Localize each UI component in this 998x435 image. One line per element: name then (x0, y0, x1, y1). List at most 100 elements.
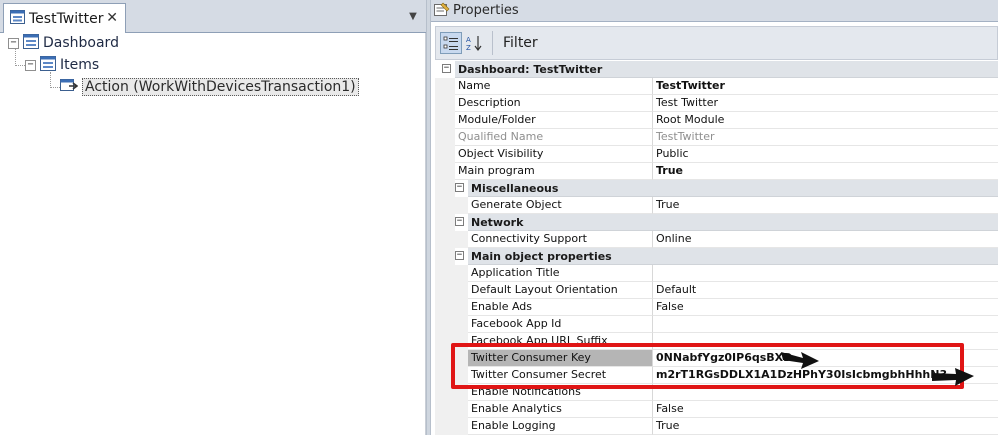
property-name: Facebook App Id (468, 316, 653, 333)
property-category[interactable]: Dashboard: TestTwitter − (435, 61, 998, 78)
property-row[interactable]: Facebook App URL Suffix (435, 333, 998, 350)
property-row[interactable]: Module/Folder Root Module (435, 112, 998, 129)
properties-toolbar: A Z Filter (435, 26, 998, 60)
property-value[interactable]: Test Twitter (653, 95, 998, 112)
collapse-icon[interactable]: − (455, 251, 464, 260)
property-category[interactable]: Miscellaneous − (435, 180, 998, 197)
collapse-icon[interactable]: − (442, 64, 451, 73)
property-row[interactable]: Main program True (435, 163, 998, 180)
grid-margin (435, 316, 468, 333)
grid-margin (435, 112, 455, 129)
property-category[interactable]: Network − (435, 214, 998, 231)
tree-label-action: Action (WorkWithDevicesTransaction1) (82, 78, 359, 96)
items-folder-icon (40, 55, 56, 75)
property-value[interactable]: Online (653, 231, 998, 248)
grid-margin (435, 214, 455, 231)
property-row[interactable]: Enable Analytics False (435, 401, 998, 418)
collapse-icon[interactable]: − (25, 59, 36, 71)
tree-node-action[interactable]: Action (WorkWithDevicesTransaction1) (60, 77, 359, 97)
property-row[interactable]: Connectivity Support Online (435, 231, 998, 248)
property-category-label: Network (471, 215, 524, 229)
property-row[interactable]: Qualified Name TestTwitter (435, 129, 998, 146)
property-name: Connectivity Support (468, 231, 653, 248)
chevron-down-icon[interactable]: ▼ (406, 10, 420, 24)
collapse-icon[interactable]: − (455, 217, 464, 226)
property-category[interactable]: Main object properties − (435, 248, 998, 265)
property-row[interactable]: Default Layout Orientation Default (435, 282, 998, 299)
property-name: Main program (455, 163, 653, 180)
document-tab-testtwitter[interactable]: TestTwitter ✕ (3, 3, 126, 33)
property-row[interactable]: Twitter Consumer Secret m2rT1RGsDDLX1A1Dz… (435, 367, 998, 384)
properties-icon (434, 2, 450, 20)
property-name: Description (455, 95, 653, 112)
grid-margin (435, 282, 468, 299)
grid-margin (435, 95, 455, 112)
grid-margin (435, 265, 468, 282)
property-row[interactable]: Application Title (435, 265, 998, 282)
collapse-icon[interactable]: − (8, 37, 19, 49)
grid-margin (435, 384, 468, 401)
property-value[interactable]: False (653, 401, 998, 418)
property-name: Enable Notifications (468, 384, 653, 401)
action-icon (60, 77, 79, 97)
tree-node-items[interactable]: − Items (25, 55, 99, 75)
alphabetical-view-button[interactable]: A Z (464, 32, 486, 54)
grid-margin (435, 299, 468, 316)
arrow-pointer-icon (781, 352, 819, 369)
document-tab-strip: TestTwitter ✕ ▼ (0, 0, 426, 33)
grid-margin (435, 146, 455, 163)
filter-button[interactable]: Filter (499, 35, 542, 51)
property-value[interactable] (653, 265, 998, 282)
property-name: Twitter Consumer Secret (468, 367, 653, 384)
dashboard-icon (23, 33, 39, 53)
property-name: Twitter Consumer Key (468, 350, 653, 367)
property-value[interactable]: True (653, 197, 998, 214)
property-category-label: Miscellaneous (471, 181, 559, 195)
property-value[interactable]: Root Module (653, 112, 998, 129)
arrow-pointer-icon (932, 368, 974, 386)
grid-margin (435, 333, 468, 350)
dashboard-icon (10, 9, 25, 28)
property-value[interactable] (653, 316, 998, 333)
categorized-view-button[interactable] (440, 32, 462, 54)
properties-pane: Properties A Z Filter Dashboard: TestTwi… (431, 0, 998, 435)
property-name: Enable Ads (468, 299, 653, 316)
property-name: Enable Analytics (468, 401, 653, 418)
property-row[interactable]: Twitter Consumer Key 0NNabfYgz0IP6qsBXD (435, 350, 998, 367)
grid-margin (435, 163, 455, 180)
property-value[interactable]: Default (653, 282, 998, 299)
property-name: Enable Logging (468, 418, 653, 435)
grid-margin (435, 180, 455, 197)
property-name: Object Visibility (455, 146, 653, 163)
property-value[interactable]: True (653, 418, 998, 435)
property-row[interactable]: Name TestTwitter (435, 78, 998, 95)
tree-label-items: Items (60, 57, 100, 73)
property-value[interactable]: TestTwitter (653, 129, 998, 146)
property-value[interactable]: TestTwitter (653, 78, 998, 95)
property-category-label: Main object properties (471, 249, 612, 263)
grid-margin (435, 350, 468, 367)
property-name: Name (455, 78, 653, 95)
property-value[interactable]: False (653, 299, 998, 316)
property-name: Module/Folder (455, 112, 653, 129)
property-name: Qualified Name (455, 129, 653, 146)
tree-node-dashboard[interactable]: − Dashboard (8, 33, 119, 53)
collapse-icon[interactable]: − (455, 183, 464, 192)
property-row[interactable]: Enable Notifications (435, 384, 998, 401)
properties-title: Properties (453, 3, 519, 18)
property-row[interactable]: Enable Ads False (435, 299, 998, 316)
svg-text:A: A (466, 36, 471, 44)
grid-margin (435, 367, 468, 384)
property-value[interactable]: True (653, 163, 998, 180)
property-value[interactable]: Public (653, 146, 998, 163)
property-row[interactable]: Object Visibility Public (435, 146, 998, 163)
property-name: Application Title (468, 265, 653, 282)
property-value[interactable] (653, 333, 998, 350)
close-icon[interactable]: ✕ (106, 10, 118, 26)
property-row[interactable]: Enable Logging True (435, 418, 998, 435)
grid-margin (435, 78, 455, 95)
property-category-label: Dashboard: TestTwitter (458, 62, 603, 76)
property-row[interactable]: Facebook App Id (435, 316, 998, 333)
property-row[interactable]: Description Test Twitter (435, 95, 998, 112)
property-row[interactable]: Generate Object True (435, 197, 998, 214)
